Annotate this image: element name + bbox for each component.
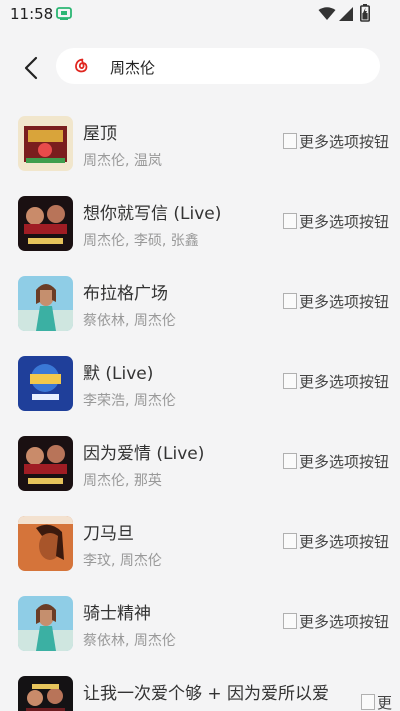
more-options-icon: [361, 694, 375, 710]
more-options-icon: [283, 293, 297, 309]
song-row[interactable]: 想你就写信 (Live) 周杰伦, 李硕, 张鑫 更多选项按钮: [0, 184, 400, 264]
battery-icon: [360, 4, 370, 26]
app-notification-icon: [56, 6, 72, 25]
more-options-button[interactable]: 更多选项按钮: [283, 611, 389, 635]
song-row[interactable]: 布拉格广场 蔡依林, 周杰伦 更多选项按钮: [0, 264, 400, 344]
more-options-button[interactable]: 更多选项按钮: [283, 451, 389, 475]
album-cover: [18, 116, 73, 171]
song-artist: 周杰伦, 那英: [83, 473, 162, 489]
song-row[interactable]: 因为爱情 (Live) 周杰伦, 那英 更多选项按钮: [0, 424, 400, 504]
status-time: 11:58: [10, 5, 54, 23]
more-options-label: 更多选项按钮: [299, 533, 390, 551]
song-title: 屋顶: [83, 124, 117, 144]
more-options-label: 更多选项按钮: [299, 373, 390, 391]
album-cover: [18, 276, 73, 331]
more-options-button[interactable]: 更多选项按钮: [283, 211, 389, 235]
song-title: 刀马旦: [83, 524, 134, 544]
more-options-icon: [283, 613, 297, 629]
more-options-button[interactable]: 更多选项按钮: [283, 131, 389, 155]
chevron-left-icon: [24, 56, 38, 80]
song-row[interactable]: 骑士精神 蔡依林, 周杰伦 更多选项按钮: [0, 584, 400, 664]
song-title: 让我一次爱个够 + 因为爱所以爱: [83, 684, 330, 704]
song-artist: 李玟, 周杰伦: [83, 553, 162, 569]
more-options-label: 更多选项按钮: [299, 213, 390, 231]
song-title: 骑士精神: [83, 604, 151, 624]
more-options-label: 更多选项按钮: [299, 133, 390, 151]
song-artist: 周杰伦, 李硕, 张鑫: [83, 233, 199, 249]
song-artist: 蔡依林, 周杰伦: [83, 313, 176, 329]
search-box[interactable]: [56, 48, 380, 86]
album-cover: [18, 676, 73, 711]
more-options-icon: [283, 133, 297, 149]
song-row[interactable]: 默 (Live) 李荣浩, 周杰伦 更多选项按钮: [0, 344, 400, 424]
song-title: 想你就写信 (Live): [83, 204, 222, 224]
song-title: 因为爱情 (Live): [83, 444, 205, 464]
status-bar: 11:58: [0, 0, 400, 28]
more-options-icon: [283, 213, 297, 229]
album-cover: [18, 436, 73, 491]
song-row[interactable]: 屋顶 周杰伦, 温岚 更多选项按钮: [0, 104, 400, 184]
album-cover: [18, 356, 73, 411]
netease-music-icon: [72, 57, 90, 79]
more-options-icon: [283, 533, 297, 549]
more-options-icon: [283, 453, 297, 469]
song-title: 默 (Live): [83, 364, 154, 384]
signal-icon: [338, 6, 354, 25]
search-header: [0, 28, 400, 102]
song-row[interactable]: 让我一次爱个够 + 因为爱所以爱 更: [0, 664, 400, 711]
album-cover: [18, 516, 73, 571]
album-cover: [18, 196, 73, 251]
song-list: 屋顶 周杰伦, 温岚 更多选项按钮 想你就写信 (Live) 周杰伦, 李硕, …: [0, 104, 400, 711]
more-options-label: 更多选项按钮: [299, 293, 390, 311]
more-options-button[interactable]: 更多选项按钮: [283, 371, 389, 395]
song-artist: 蔡依林, 周杰伦: [83, 633, 176, 649]
more-options-button[interactable]: 更: [361, 692, 392, 711]
wifi-icon: [318, 6, 336, 25]
more-options-label: 更: [377, 694, 393, 711]
search-input[interactable]: [108, 48, 362, 86]
song-title: 布拉格广场: [83, 284, 168, 304]
song-artist: 周杰伦, 温岚: [83, 153, 162, 169]
more-options-icon: [283, 373, 297, 389]
back-button[interactable]: [18, 54, 46, 82]
more-options-label: 更多选项按钮: [299, 613, 390, 631]
more-options-button[interactable]: 更多选项按钮: [283, 291, 389, 315]
song-row[interactable]: 刀马旦 李玟, 周杰伦 更多选项按钮: [0, 504, 400, 584]
album-cover: [18, 596, 73, 651]
more-options-label: 更多选项按钮: [299, 453, 390, 471]
song-artist: 李荣浩, 周杰伦: [83, 393, 176, 409]
more-options-button[interactable]: 更多选项按钮: [283, 531, 389, 555]
